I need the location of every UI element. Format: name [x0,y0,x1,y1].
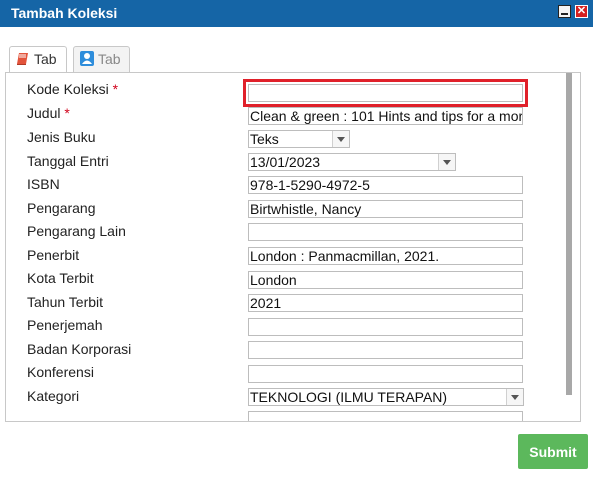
label-kategori: Kategori [27,388,80,404]
konferensi-input[interactable] [248,365,523,383]
badan-korporasi-input[interactable] [248,341,523,359]
label-tahun-terbit: Tahun Terbit [27,294,104,310]
submit-button[interactable]: Submit [518,434,588,469]
user-icon [80,51,94,69]
tanggal-entri-select[interactable]: 13/01/2023 [248,153,456,171]
chevron-down-icon[interactable] [506,389,523,405]
label-penerjemah: Penerjemah [27,317,103,333]
book-icon [16,52,30,69]
next-row-input-cut[interactable] [248,411,523,421]
window-title: Tambah Koleksi [11,5,118,21]
minimize-icon[interactable] [558,5,571,18]
form-panel: Kode Koleksi * Judul * Clean & green : 1… [5,72,581,422]
window-titlebar: Tambah Koleksi ✕ [0,0,593,27]
label-jenis-buku: Jenis Buku [27,129,96,145]
label-penerbit: Penerbit [27,247,80,263]
label-badan-korporasi: Badan Korporasi [27,341,132,357]
kota-terbit-input[interactable]: London [248,271,523,289]
tanggal-entri-value: 13/01/2023 [250,154,321,170]
kategori-value: TEKNOLOGI (ILMU TERAPAN) [250,389,448,405]
pengarang-lain-input[interactable] [248,223,523,241]
label-pengarang: Pengarang [27,200,96,216]
chevron-down-icon[interactable] [438,154,455,170]
label-konferensi: Konferensi [27,364,94,380]
isbn-input[interactable]: 978-1-5290-4972-5 [248,176,523,194]
penerjemah-input[interactable] [248,318,523,336]
label-tanggal-entri: Tanggal Entri [27,153,109,169]
penerbit-input[interactable]: London : Panmacmillan, 2021. [248,247,523,265]
kode-koleksi-input[interactable] [243,79,528,107]
tab-1[interactable]: Tab 1 [9,46,67,85]
close-icon[interactable]: ✕ [575,5,588,18]
tahun-terbit-input[interactable]: 2021 [248,294,523,312]
jenis-buku-value: Teks [250,131,279,147]
label-pengarang-lain: Pengarang Lain [27,223,126,239]
pengarang-input[interactable]: Birtwhistle, Nancy [248,200,523,218]
tab-2[interactable]: Tab 2 [73,46,130,85]
chevron-down-icon[interactable] [332,131,349,147]
label-kota-terbit: Kota Terbit [27,270,94,286]
kategori-select[interactable]: TEKNOLOGI (ILMU TERAPAN) [248,388,524,406]
judul-input[interactable]: Clean & green : 101 Hints and tips for a… [248,107,523,125]
label-judul: Judul * [27,105,70,121]
jenis-buku-select[interactable]: Teks [248,130,350,148]
label-kode-koleksi: Kode Koleksi * [27,81,119,97]
label-isbn: ISBN [27,176,60,192]
form-scrollbar[interactable] [566,73,572,395]
